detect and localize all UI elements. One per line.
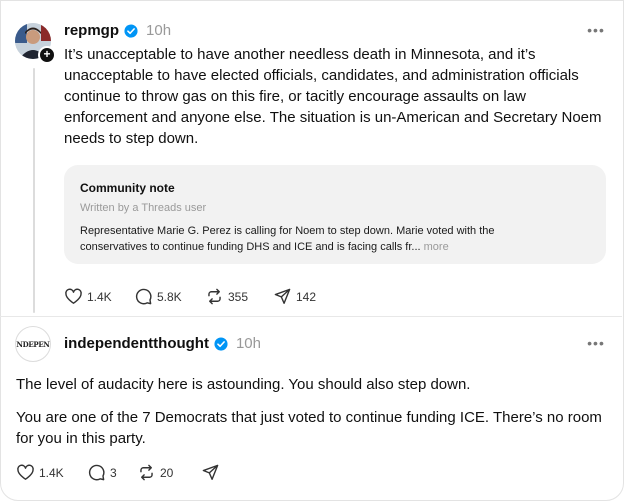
- repost-count: 20: [160, 465, 174, 480]
- more-options-icon[interactable]: •••: [584, 335, 608, 351]
- username[interactable]: independentthought: [64, 335, 209, 352]
- post-actions: 1.4K 3 20: [16, 463, 220, 482]
- repost-button[interactable]: 20: [137, 463, 201, 482]
- repost-count: 355: [228, 289, 249, 304]
- share-button[interactable]: [201, 463, 220, 482]
- avatar[interactable]: ITINDEPENDE: [15, 326, 51, 362]
- follow-plus-icon[interactable]: +: [38, 46, 56, 64]
- reply-count: 3: [110, 465, 117, 480]
- post-text: It’s unacceptable to have another needle…: [64, 46, 602, 147]
- reply-count: 5.8K: [157, 289, 182, 304]
- post-text: The level of audacity here is astounding…: [16, 376, 471, 393]
- repost-icon: [140, 464, 153, 481]
- verified-badge-icon: [214, 336, 228, 351]
- like-button[interactable]: 1.4K: [64, 287, 134, 306]
- post-time[interactable]: 10h: [146, 22, 171, 39]
- heart-icon: [65, 288, 82, 304]
- post-header: independentthought 10h: [64, 335, 261, 352]
- community-note-title: Community note: [80, 181, 175, 195]
- share-button[interactable]: 142: [273, 287, 316, 306]
- username[interactable]: repmgp: [64, 22, 119, 39]
- community-note-subtitle: Written by a Threads user: [80, 202, 207, 214]
- post-divider: [0, 316, 622, 317]
- avatar-logo-text: ITINDEPENDE: [15, 339, 50, 349]
- heart-icon: [17, 464, 34, 480]
- verified-badge-icon: [124, 23, 138, 38]
- send-icon: [274, 288, 291, 304]
- reply-button[interactable]: 5.8K: [134, 287, 205, 306]
- post-text: You are one of the 7 Democrats that just…: [16, 409, 602, 447]
- share-count: 142: [296, 289, 317, 304]
- comment-icon: [135, 288, 152, 305]
- send-icon: [202, 464, 219, 480]
- repost-icon: [208, 288, 221, 305]
- like-count: 1.4K: [87, 289, 112, 304]
- post-time[interactable]: 10h: [236, 335, 261, 352]
- repost-button[interactable]: 355: [205, 287, 273, 306]
- like-count: 1.4K: [39, 465, 64, 480]
- community-note-body: Representative Marie G. Perez is calling…: [80, 223, 560, 255]
- post-actions: 1.4K 5.8K 355 142: [64, 287, 316, 306]
- community-note[interactable]: Community note Written by a Threads user…: [64, 165, 606, 264]
- like-button[interactable]: 1.4K: [16, 463, 87, 482]
- more-options-icon[interactable]: •••: [584, 22, 608, 38]
- comment-icon: [88, 464, 105, 481]
- community-note-more-link[interactable]: more: [424, 241, 449, 253]
- reply-button[interactable]: 3: [87, 463, 137, 482]
- thread-connector: [33, 68, 35, 313]
- post-header: repmgp 10h: [64, 22, 171, 39]
